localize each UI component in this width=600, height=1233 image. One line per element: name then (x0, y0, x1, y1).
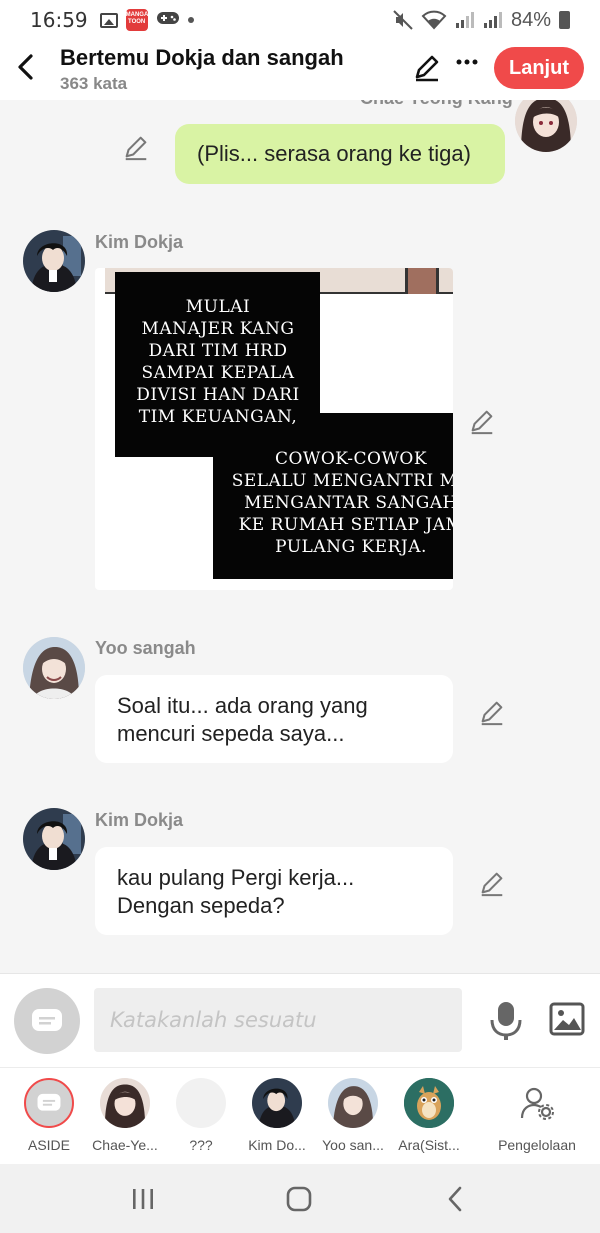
image-icon (549, 1002, 585, 1036)
gallery-notification-icon (99, 12, 118, 28)
message-input[interactable] (94, 988, 462, 1052)
character-label: Chae-Ye... (92, 1137, 158, 1153)
pencil-icon (471, 410, 493, 435)
signal-icon-2 (483, 12, 502, 28)
chat-header: Bertemu Dokja dan sangah 363 kata Lanjut (0, 40, 600, 100)
aside-avatar (24, 1078, 74, 1128)
edit-message-button[interactable] (122, 133, 150, 161)
manga-caption-text-1: MULAI MANAJER KANG DARI TIM HRD SAMPAI K… (136, 297, 300, 427)
chevron-left-icon (18, 54, 33, 80)
chat-area[interactable]: Chae Yeong Kang (Plis... serasa orang ke… (0, 100, 600, 973)
edit-message-button[interactable] (478, 698, 506, 726)
character-label: Pengelolaan (498, 1137, 576, 1153)
speaker-name: Kim Dokja (95, 810, 184, 830)
message-bubble[interactable]: Soal itu... ada orang yang mencuri seped… (95, 675, 453, 763)
system-back-button[interactable] (435, 1184, 475, 1214)
character-kim-dokja[interactable]: Kim Do... (239, 1078, 315, 1153)
signal-icon-1 (455, 12, 474, 28)
more-dots-icon (456, 59, 478, 65)
user-settings-icon (520, 1087, 554, 1120)
battery-icon (559, 11, 570, 29)
pencil-icon (481, 701, 503, 726)
notification-dot-icon (187, 17, 194, 23)
manage-characters-button[interactable]: Pengelolaan (496, 1078, 578, 1153)
aside-toggle-button[interactable] (14, 988, 80, 1054)
character-avatar (252, 1078, 302, 1128)
chat-bubble-icon (32, 1009, 62, 1031)
character-aside[interactable]: ASIDE (11, 1078, 87, 1153)
my-message-bubble[interactable]: (Plis... serasa orang ke tiga) (175, 124, 505, 184)
character-label: Kim Do... (248, 1137, 306, 1153)
character-ara[interactable]: Ara(Sist... (391, 1078, 467, 1153)
more-options-button[interactable] (452, 50, 482, 80)
edit-message-button[interactable] (468, 407, 496, 435)
back-button[interactable] (10, 50, 40, 84)
character-label: Yoo san... (322, 1137, 384, 1153)
composer (0, 973, 600, 1067)
chat-bubble-icon (37, 1093, 61, 1111)
back-chevron-icon (448, 1186, 462, 1212)
battery-percent: 84% (510, 8, 551, 31)
manga-caption-text-2: COWOK-COWOK SELALU MENGANTRI MA MENGANTA… (231, 449, 453, 557)
gamepad-notification-icon (156, 10, 180, 31)
insert-image-button[interactable] (549, 1002, 585, 1038)
word-count: 363 kata (60, 74, 128, 93)
pencil-icon (125, 136, 147, 161)
message-bubble[interactable]: kau pulang Pergi kerja... Dengan sepeda? (95, 847, 453, 935)
character-bar: ASIDE Chae-Ye... ??? Kim Do... Yoo san..… (0, 1067, 600, 1164)
character-avatar (328, 1078, 378, 1128)
home-button[interactable] (279, 1184, 319, 1214)
avatar-kim-dokja[interactable] (23, 808, 85, 870)
home-icon (286, 1186, 312, 1212)
character-unknown[interactable]: ??? (163, 1078, 239, 1153)
recent-apps-button[interactable] (123, 1184, 163, 1214)
character-label: Ara(Sist... (398, 1137, 460, 1153)
recent-apps-icon (133, 1189, 153, 1209)
manage-avatar (512, 1078, 562, 1128)
wifi-icon (421, 10, 447, 30)
story-title: Bertemu Dokja dan sangah (60, 45, 344, 70)
microphone-icon (490, 1002, 522, 1040)
mangatoon-notification-icon: MANGA TOON (125, 9, 148, 31)
character-label: ASIDE (27, 1137, 70, 1153)
avatar-yoo-sangah[interactable] (23, 637, 85, 699)
pencil-icon (481, 872, 503, 897)
status-time: 16:59 (30, 8, 88, 32)
edit-message-button[interactable] (478, 869, 506, 897)
speaker-name: Kim Dokja (95, 232, 184, 252)
voice-input-button[interactable] (488, 1000, 524, 1042)
speaker-name: Yoo sangah (95, 638, 196, 658)
edit-story-button[interactable] (412, 52, 442, 82)
status-left-icons: MANGA TOON (99, 9, 194, 31)
next-button[interactable]: Lanjut (494, 47, 584, 89)
character-avatar (100, 1078, 150, 1128)
character-avatar (404, 1078, 454, 1128)
status-right-icons: 84% (393, 9, 570, 32)
pencil-icon (415, 55, 439, 82)
system-nav-bar (0, 1164, 600, 1233)
character-chae-yeong[interactable]: Chae-Ye... (87, 1078, 163, 1153)
character-label: ??? (189, 1137, 213, 1153)
character-avatar (176, 1078, 226, 1128)
manga-image-message[interactable]: MULAI MANAJER KANG DARI TIM HRD SAMPAI K… (95, 268, 453, 590)
speaker-name-cut: Chae Yeong Kang (360, 100, 513, 109)
mute-icon (393, 10, 413, 30)
avatar-chae-yeong-kang[interactable] (515, 100, 577, 152)
status-bar: 16:59 MANGA TOON 84% (0, 0, 600, 40)
avatar-kim-dokja[interactable] (23, 230, 85, 292)
character-yoo-sangah[interactable]: Yoo san... (315, 1078, 391, 1153)
